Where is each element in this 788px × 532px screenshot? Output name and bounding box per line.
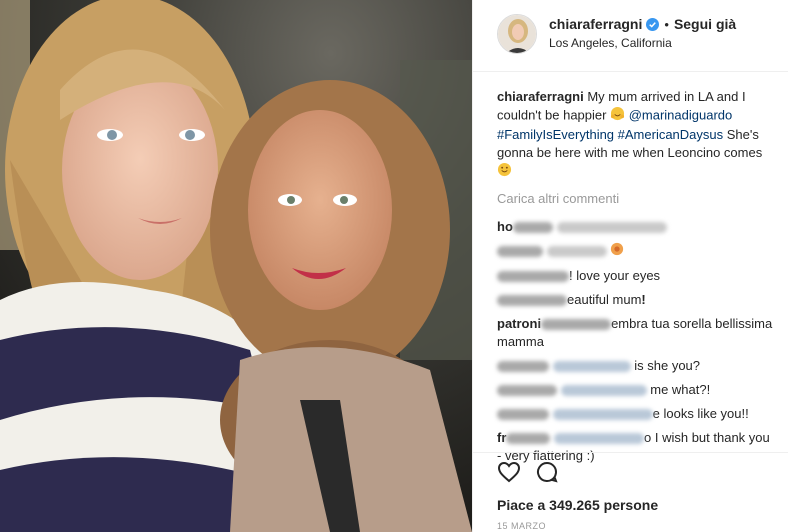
hugging-face-emoji-icon [610, 106, 625, 126]
comment-row: me what?! [497, 381, 773, 399]
comment-row: ! love your eyes [497, 267, 773, 285]
separator-dot: • [664, 16, 669, 32]
blushing-emoji-icon [610, 242, 624, 261]
comment-row: ho [497, 218, 773, 236]
header-username[interactable]: chiaraferragni [549, 16, 642, 32]
instagram-post: chiaraferragni • Segui già Los Angeles, … [0, 0, 788, 532]
comment-text: ! love your eyes [569, 268, 661, 284]
verified-badge-icon [646, 17, 660, 31]
caption: chiaraferragni My mum arrived in LA and … [497, 88, 773, 182]
post-header: chiaraferragni • Segui già Los Angeles, … [473, 0, 788, 72]
load-more-comments[interactable]: Carica altri commenti [497, 190, 773, 208]
comment-username[interactable]: patroni [497, 316, 541, 331]
post-photo[interactable] [0, 0, 472, 532]
post-sidebar: chiaraferragni • Segui già Los Angeles, … [472, 0, 788, 532]
comment-row: eautiful mum! [497, 291, 773, 309]
comment-row: e looks like you!! [497, 405, 773, 423]
comment-text: eautiful mum [567, 292, 642, 308]
smiling-face-emoji-icon [497, 162, 512, 182]
comment-row [497, 242, 773, 261]
action-bar [497, 460, 559, 484]
comment-text: is she you? [634, 358, 701, 374]
caption-hashtags[interactable]: #FamilyIsEverything #AmericanDaysus [497, 127, 723, 142]
likes-count[interactable]: Piace a 349.265 persone [497, 497, 658, 513]
comment-text: e looks like you!! [652, 406, 749, 422]
comment-username[interactable]: fr [497, 430, 506, 445]
post-date: 15 MARZO [497, 521, 547, 531]
comment-username[interactable]: ho [497, 219, 513, 234]
avatar[interactable] [497, 14, 537, 54]
comment-bubble-icon[interactable] [535, 460, 559, 484]
follow-button[interactable]: Segui già [674, 16, 736, 32]
heart-icon[interactable] [497, 460, 521, 484]
comments-list: chiaraferragni My mum arrived in LA and … [497, 88, 773, 471]
caption-mention[interactable]: @marinadiguardo [629, 107, 733, 122]
divider [473, 452, 788, 453]
comment-row: patroni embra tua sorella bellissima mamm… [497, 315, 773, 351]
location-link[interactable]: Los Angeles, California [549, 36, 736, 50]
comment-text: me what?! [650, 382, 711, 398]
caption-username[interactable]: chiaraferragni [497, 89, 584, 104]
comment-row: is she you? [497, 357, 773, 375]
selfie-image [0, 0, 472, 532]
